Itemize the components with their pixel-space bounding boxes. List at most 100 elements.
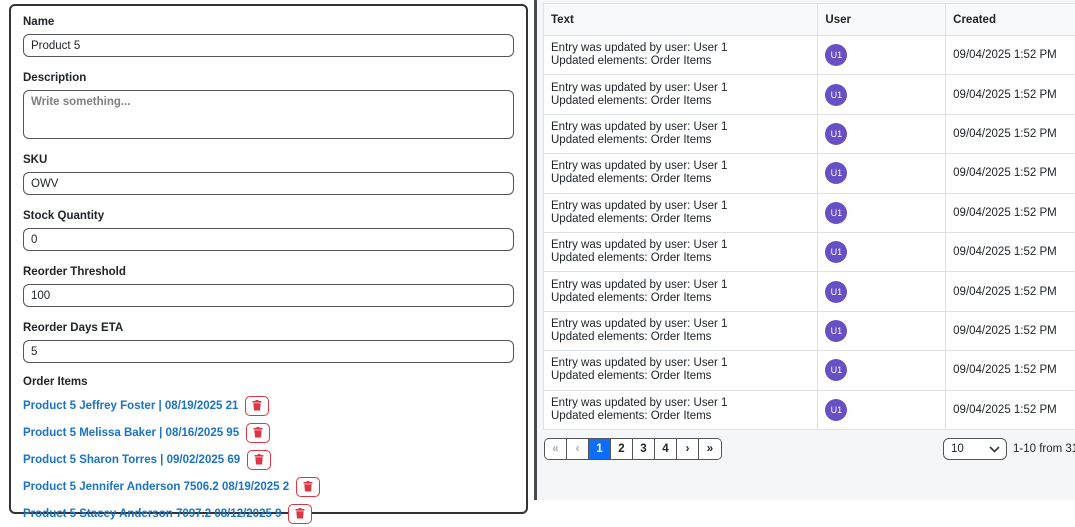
order-items-label: Order Items	[23, 376, 514, 389]
description-label: Description	[23, 72, 514, 85]
table-row[interactable]: Entry was updated by user: User 1Updated…	[544, 311, 1075, 350]
page-button-3[interactable]: 3	[633, 439, 655, 459]
cell-line-1: Entry was updated by user: User 1	[551, 239, 810, 252]
stock-quantity-label: Stock Quantity	[23, 210, 514, 223]
order-item: Product 5 Jennifer Anderson 7506.2 08/19…	[23, 473, 514, 500]
table-row[interactable]: Entry was updated by user: User 1Updated…	[544, 272, 1075, 311]
reorder-days-label: Reorder Days ETA	[23, 322, 514, 335]
delete-order-item-button[interactable]	[245, 396, 269, 416]
prev-page-button[interactable]: ‹	[567, 439, 589, 459]
stock-quantity-input[interactable]	[23, 228, 514, 251]
cell-line-1: Entry was updated by user: User 1	[551, 357, 810, 370]
cell-line-2: Updated elements: Order Items	[551, 213, 810, 226]
cell-line-2: Updated elements: Order Items	[551, 370, 810, 383]
text-cell: Entry was updated by user: User 1Updated…	[544, 390, 818, 429]
user-cell: U1	[818, 390, 946, 429]
delete-order-item-button[interactable]	[296, 477, 320, 497]
text-cell: Entry was updated by user: User 1Updated…	[544, 272, 818, 311]
avatar: U1	[825, 241, 847, 263]
trash-icon	[254, 454, 264, 465]
user-cell: U1	[818, 75, 946, 114]
cell-line-2: Updated elements: Order Items	[551, 173, 810, 186]
table-row[interactable]: Entry was updated by user: User 1Updated…	[544, 193, 1075, 232]
user-cell: U1	[818, 311, 946, 350]
cell-line-1: Entry was updated by user: User 1	[551, 160, 810, 173]
page-button-2[interactable]: 2	[611, 439, 633, 459]
avatar: U1	[825, 202, 847, 224]
cell-line-1: Entry was updated by user: User 1	[551, 82, 810, 95]
delete-order-item-button[interactable]	[288, 504, 312, 524]
text-cell: Entry was updated by user: User 1Updated…	[544, 232, 818, 271]
text-cell: Entry was updated by user: User 1Updated…	[544, 351, 818, 390]
text-cell: Entry was updated by user: User 1Updated…	[544, 154, 818, 193]
avatar: U1	[825, 399, 847, 421]
cell-line-2: Updated elements: Order Items	[551, 331, 810, 344]
avatar: U1	[825, 359, 847, 381]
avatar: U1	[825, 84, 847, 106]
per-page-select[interactable]: 10	[943, 438, 1007, 460]
cell-line-1: Entry was updated by user: User 1	[551, 279, 810, 292]
table-row[interactable]: Entry was updated by user: User 1Updated…	[544, 232, 1075, 271]
table-row[interactable]: Entry was updated by user: User 1Updated…	[544, 36, 1075, 75]
reorder-threshold-input[interactable]	[23, 284, 514, 307]
avatar: U1	[825, 123, 847, 145]
history-table: Text User Created Entry was updated by u…	[543, 3, 1075, 430]
column-header-user[interactable]: User	[818, 4, 946, 36]
created-cell: 09/04/2025 1:52 PM	[946, 75, 1075, 114]
order-item: Product 5 Melissa Baker | 08/16/2025 95	[23, 419, 514, 446]
user-cell: U1	[818, 272, 946, 311]
text-cell: Entry was updated by user: User 1Updated…	[544, 311, 818, 350]
order-item-link[interactable]: Product 5 Stacey Anderson 7097.2 08/12/2…	[23, 508, 281, 520]
delete-order-item-button[interactable]	[247, 450, 271, 470]
order-item-link[interactable]: Product 5 Jeffrey Foster | 08/19/2025 21	[23, 400, 238, 412]
table-row[interactable]: Entry was updated by user: User 1Updated…	[544, 154, 1075, 193]
chevron-down-icon	[989, 446, 1000, 453]
user-cell: U1	[818, 351, 946, 390]
order-item-link[interactable]: Product 5 Melissa Baker | 08/16/2025 95	[23, 427, 239, 439]
reorder-days-input[interactable]	[23, 340, 514, 363]
name-label: Name	[23, 16, 514, 29]
created-cell: 09/04/2025 1:52 PM	[946, 114, 1075, 153]
last-page-button[interactable]: »	[699, 439, 721, 459]
column-header-text[interactable]: Text	[544, 4, 818, 36]
user-cell: U1	[818, 232, 946, 271]
column-header-created[interactable]: Created	[946, 4, 1075, 36]
next-page-button[interactable]: ›	[677, 439, 699, 459]
table-header-row: Text User Created	[544, 4, 1075, 36]
delete-order-item-button[interactable]	[246, 423, 270, 443]
user-cell: U1	[818, 36, 946, 75]
name-input[interactable]	[23, 34, 514, 57]
sku-input[interactable]	[23, 172, 514, 195]
trash-icon	[303, 481, 313, 492]
table-row[interactable]: Entry was updated by user: User 1Updated…	[544, 351, 1075, 390]
order-item-link[interactable]: Product 5 Jennifer Anderson 7506.2 08/19…	[23, 481, 289, 493]
user-cell: U1	[818, 114, 946, 153]
product-form: Name Description SKU Stock Quantity Reor…	[9, 4, 528, 514]
trash-icon	[295, 508, 305, 519]
created-cell: 09/04/2025 1:52 PM	[946, 351, 1075, 390]
first-page-button[interactable]: «	[545, 439, 567, 459]
order-item-link[interactable]: Product 5 Sharon Torres | 09/02/2025 69	[23, 454, 240, 466]
page-button-1[interactable]: 1	[589, 439, 611, 459]
table-row[interactable]: Entry was updated by user: User 1Updated…	[544, 114, 1075, 153]
table-row[interactable]: Entry was updated by user: User 1Updated…	[544, 75, 1075, 114]
page-range-text: 1-10 from 31	[1013, 443, 1075, 455]
per-page-value: 10	[951, 443, 964, 455]
created-cell: 09/04/2025 1:52 PM	[946, 390, 1075, 429]
cell-line-2: Updated elements: Order Items	[551, 410, 810, 423]
pagination: « ‹ 1 2 3 4 › »	[544, 438, 722, 460]
avatar: U1	[825, 162, 847, 184]
table-row[interactable]: Entry was updated by user: User 1Updated…	[544, 390, 1075, 429]
order-item: Product 5 Jeffrey Foster | 08/19/2025 21	[23, 392, 514, 419]
user-cell: U1	[818, 193, 946, 232]
cell-line-2: Updated elements: Order Items	[551, 292, 810, 305]
description-textarea[interactable]	[23, 90, 514, 139]
reorder-threshold-label: Reorder Threshold	[23, 266, 514, 279]
cell-line-2: Updated elements: Order Items	[551, 95, 810, 108]
avatar: U1	[825, 44, 847, 66]
created-cell: 09/04/2025 1:52 PM	[946, 193, 1075, 232]
page-button-4[interactable]: 4	[655, 439, 677, 459]
avatar: U1	[825, 281, 847, 303]
cell-line-2: Updated elements: Order Items	[551, 252, 810, 265]
cell-line-1: Entry was updated by user: User 1	[551, 318, 810, 331]
